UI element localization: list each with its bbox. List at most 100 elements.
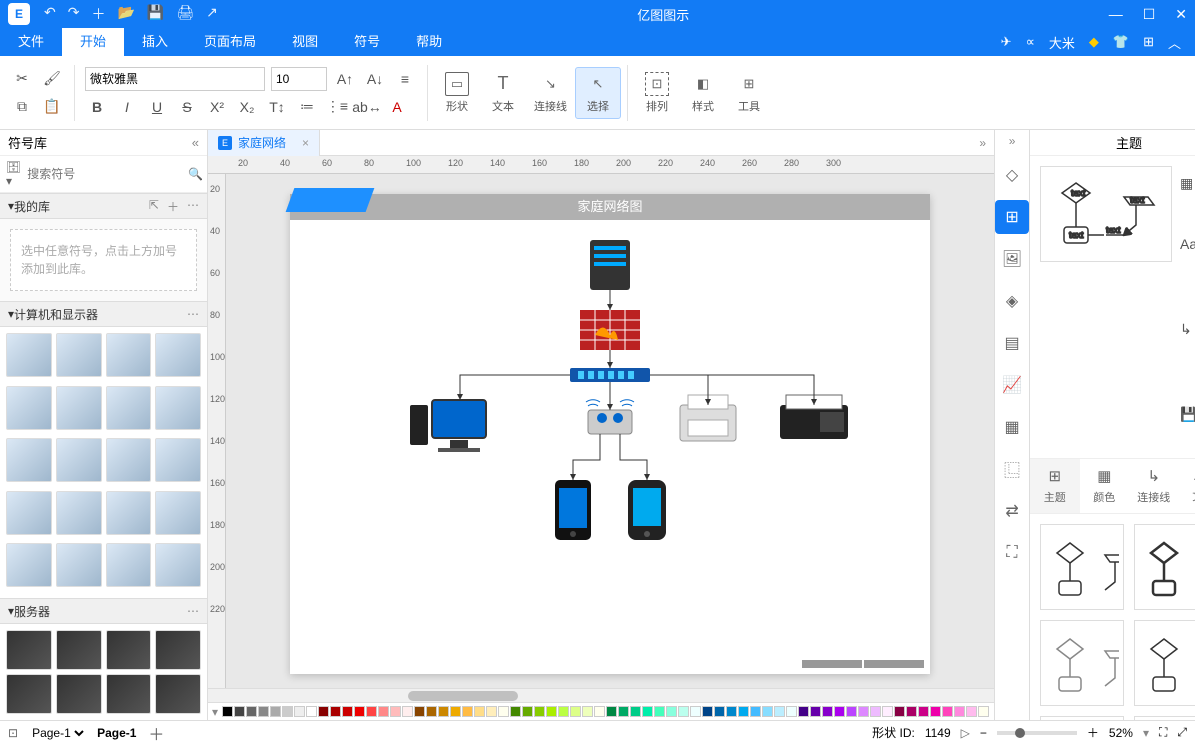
document-tab[interactable]: E 家庭网络 × xyxy=(208,130,320,156)
color-swatch[interactable] xyxy=(954,706,965,717)
mylib-more-icon[interactable]: ⋯ xyxy=(187,198,199,215)
canvas-scroll[interactable]: 家庭网络图 xyxy=(226,174,994,688)
shape-server[interactable] xyxy=(155,630,201,670)
theme-item[interactable] xyxy=(1040,524,1124,610)
decrease-font-icon[interactable]: A↓ xyxy=(363,67,387,91)
color-swatch[interactable] xyxy=(726,706,737,717)
color-swatch[interactable] xyxy=(582,706,593,717)
color-swatch[interactable] xyxy=(342,706,353,717)
zoom-in-icon[interactable]: ＋ xyxy=(1087,724,1099,741)
font-name-combo[interactable] xyxy=(85,67,265,91)
color-swatch[interactable] xyxy=(258,706,269,717)
color-swatch[interactable] xyxy=(318,706,329,717)
shape-computer[interactable] xyxy=(155,543,201,587)
color-swatch[interactable] xyxy=(534,706,545,717)
theme-tab-text[interactable]: Aa文本 xyxy=(1179,459,1195,513)
shape-computer[interactable] xyxy=(155,386,201,430)
color-swatch[interactable] xyxy=(786,706,797,717)
collapse-ribbon-icon[interactable]: ︿ xyxy=(1168,33,1181,52)
shape-server[interactable] xyxy=(106,630,152,670)
underline-icon[interactable]: U xyxy=(145,95,169,119)
color-swatch[interactable] xyxy=(714,706,725,717)
rail-chart-icon[interactable]: 📈 xyxy=(995,368,1029,402)
font-color-icon[interactable]: A xyxy=(385,95,409,119)
theme-item[interactable] xyxy=(1134,620,1195,706)
color-swatch[interactable] xyxy=(498,706,509,717)
color-swatch[interactable] xyxy=(546,706,557,717)
theme-tab-color[interactable]: ▦颜色 xyxy=(1080,459,1130,513)
shape-server[interactable] xyxy=(6,674,52,714)
color-swatch[interactable] xyxy=(738,706,749,717)
fullscreen-icon[interactable]: ⤢ xyxy=(1177,725,1187,740)
canvas-page[interactable]: 家庭网络图 xyxy=(290,194,930,674)
menu-file[interactable]: 文件 xyxy=(0,28,62,56)
save-icon[interactable]: 💾 xyxy=(147,4,164,24)
shape-computer[interactable] xyxy=(6,386,52,430)
palette-dropdown-icon[interactable]: ▾ xyxy=(212,705,218,719)
color-swatch[interactable] xyxy=(558,706,569,717)
color-swatch[interactable] xyxy=(630,706,641,717)
color-swatch[interactable] xyxy=(234,706,245,717)
color-swatch[interactable] xyxy=(270,706,281,717)
shape-computer[interactable] xyxy=(155,491,201,535)
color-swatch[interactable] xyxy=(762,706,773,717)
page-tab[interactable]: Page-1 xyxy=(97,726,136,740)
theme-item[interactable] xyxy=(1134,716,1195,720)
theme-item[interactable] xyxy=(1040,620,1124,706)
color-swatch[interactable] xyxy=(966,706,977,717)
color-swatch[interactable] xyxy=(810,706,821,717)
tools-button[interactable]: ⊞工具 xyxy=(726,68,772,118)
shape-computer[interactable] xyxy=(6,333,52,377)
computers-section-header[interactable]: ▾ 计算机和显示器 ⋯ xyxy=(0,301,207,327)
color-swatch[interactable] xyxy=(930,706,941,717)
color-swatch[interactable] xyxy=(306,706,317,717)
open-icon[interactable]: 📂 xyxy=(117,4,134,24)
menu-view[interactable]: 视图 xyxy=(274,28,336,56)
rail-table-icon[interactable]: ▦ xyxy=(995,410,1029,444)
color-swatch[interactable] xyxy=(618,706,629,717)
color-swatch[interactable] xyxy=(702,706,713,717)
color-swatch[interactable] xyxy=(282,706,293,717)
color-swatch[interactable] xyxy=(246,706,257,717)
format-painter-icon[interactable]: 🖌 xyxy=(40,67,64,91)
numbered-list-icon[interactable]: ≔ xyxy=(295,95,319,119)
color-swatch[interactable] xyxy=(882,706,893,717)
play-icon[interactable]: ▷ xyxy=(961,726,970,740)
paste-icon[interactable]: 📋 xyxy=(40,95,64,119)
line-spacing-icon[interactable]: T↕ xyxy=(265,95,289,119)
menu-symbols[interactable]: 符号 xyxy=(336,28,398,56)
new-icon[interactable]: ＋ xyxy=(91,4,105,24)
rail-page-icon[interactable]: ▤ xyxy=(995,326,1029,360)
color-swatch[interactable] xyxy=(570,706,581,717)
color-swatch[interactable] xyxy=(822,706,833,717)
rail-expand-icon[interactable]: ⛶ xyxy=(995,536,1029,570)
strikethrough-icon[interactable]: S xyxy=(175,95,199,119)
color-swatch[interactable] xyxy=(474,706,485,717)
color-swatch[interactable] xyxy=(486,706,497,717)
horizontal-scrollbar[interactable] xyxy=(208,688,994,702)
superscript-icon[interactable]: X² xyxy=(205,95,229,119)
color-swatch[interactable] xyxy=(666,706,677,717)
color-swatch[interactable] xyxy=(594,706,605,717)
apps-grid-icon[interactable]: ⊞ xyxy=(1143,34,1154,50)
font-option[interactable]: Aa微软雅黑 xyxy=(1180,210,1195,278)
color-swatch[interactable] xyxy=(846,706,857,717)
color-swatch[interactable] xyxy=(942,706,953,717)
color-swatch[interactable] xyxy=(834,706,845,717)
theme-tab-theme[interactable]: ⊞主题 xyxy=(1030,459,1080,513)
select-button[interactable]: ↖选择 xyxy=(575,67,621,119)
shape-computer[interactable] xyxy=(106,333,152,377)
send-icon[interactable]: ✈ xyxy=(1001,34,1012,50)
color-swatch[interactable] xyxy=(654,706,665,717)
symbol-search-input[interactable] xyxy=(27,163,182,185)
section-more-icon[interactable]: ⋯ xyxy=(187,307,199,321)
bold-icon[interactable]: B xyxy=(85,95,109,119)
fit-width-icon[interactable]: ⛶ xyxy=(1159,725,1167,740)
connector-button[interactable]: ↘连接线 xyxy=(526,68,575,118)
color-swatch[interactable] xyxy=(690,706,701,717)
page-list-icon[interactable]: ⊡ xyxy=(8,726,18,740)
menu-insert[interactable]: 插入 xyxy=(124,28,186,56)
rail-group-icon[interactable]: ⿺ xyxy=(995,452,1029,486)
search-icon[interactable]: 🔍 xyxy=(188,167,203,181)
theme-shirt-icon[interactable]: 👕 xyxy=(1113,34,1129,50)
